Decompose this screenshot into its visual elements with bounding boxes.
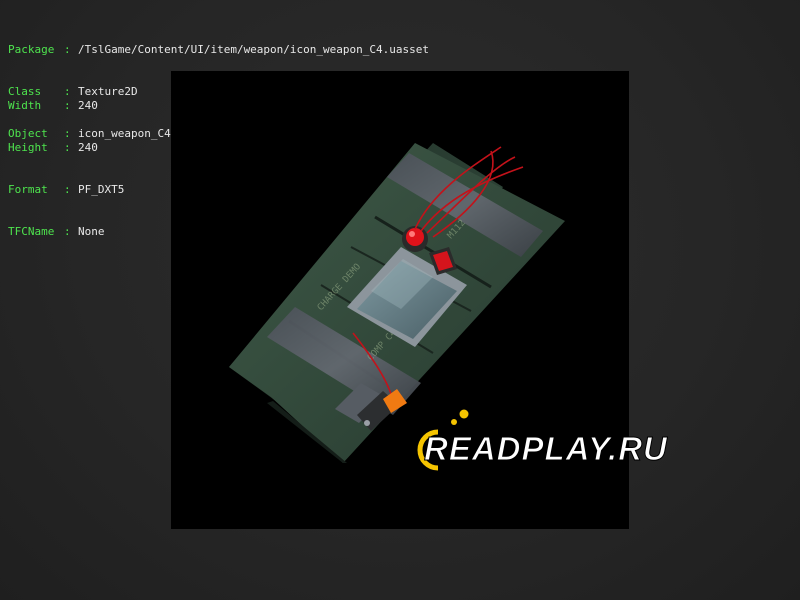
package-value: /TslGame/Content/UI/item/weapon/icon_wea… [78, 43, 429, 56]
watermark-text: READPLAY.RU [424, 430, 668, 467]
tfcname-row: TFCName: None [8, 225, 124, 239]
package-row: Package: /TslGame/Content/UI/item/weapon/… [8, 43, 429, 57]
package-separator: : [64, 43, 71, 56]
height-row: Height:240 [8, 141, 124, 155]
height-value: 240 [78, 141, 98, 154]
format-row: Format: PF_DXT5 [8, 183, 124, 197]
readplay-logo: READPLAY.RU [417, 409, 668, 471]
tfcname-separator: : [64, 225, 71, 238]
readplay-watermark: READPLAY.RU [410, 408, 730, 480]
tfcname-value: None [78, 225, 105, 238]
height-separator: : [64, 141, 71, 154]
height-key: Height [8, 141, 48, 154]
tfcname-key: TFCName [8, 225, 55, 238]
width-separator: : [64, 99, 71, 112]
format-value: PF_DXT5 [78, 183, 125, 196]
format-separator: : [64, 183, 71, 196]
width-row: Width:240 [8, 99, 124, 113]
width-value: 240 [78, 99, 98, 112]
format-key: Format [8, 183, 48, 196]
width-key: Width [8, 99, 42, 112]
texture-info-panel: Width:240 Height:240 Format: PF_DXT5 TFCN… [8, 71, 124, 253]
package-key: Package [8, 43, 55, 56]
